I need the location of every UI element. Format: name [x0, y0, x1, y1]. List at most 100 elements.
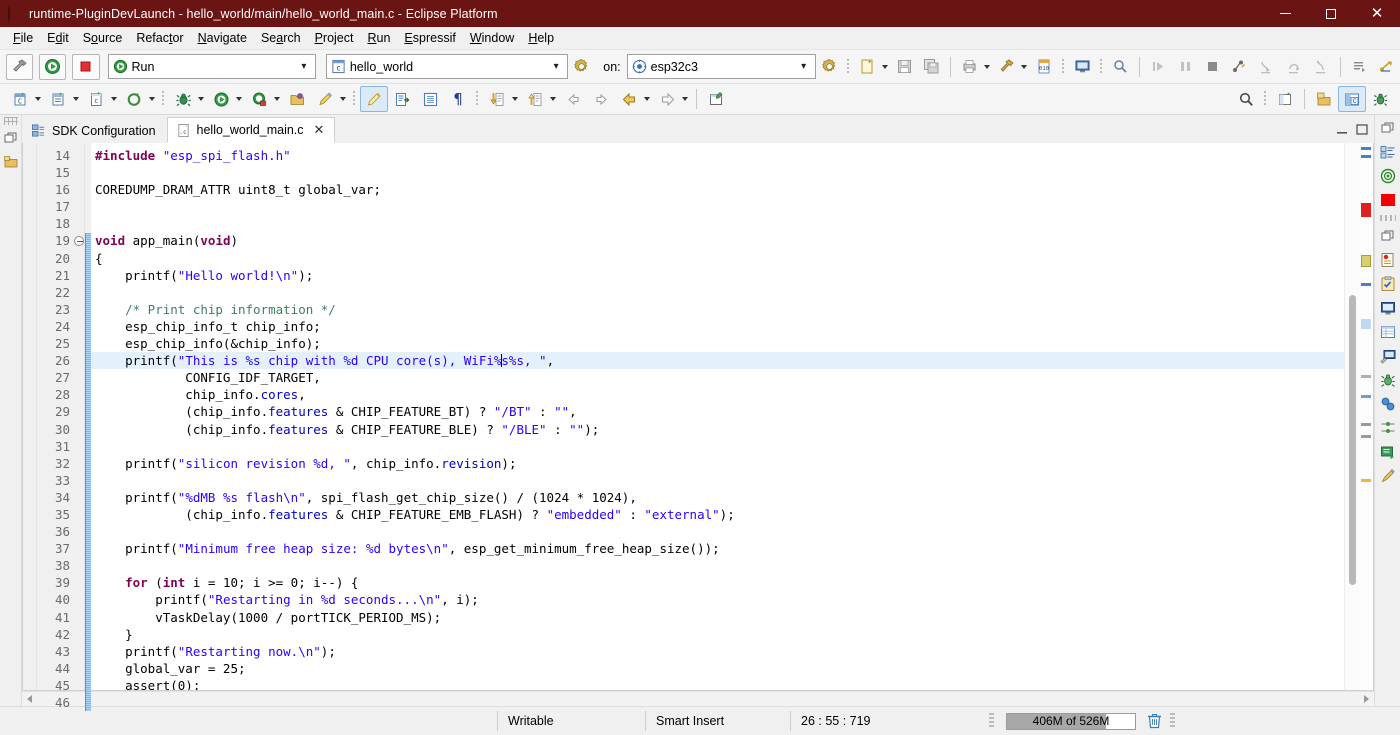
- code-line[interactable]: global_var = 25;: [91, 660, 1344, 677]
- previous-annotation-dropdown[interactable]: [550, 97, 556, 101]
- step-into-button[interactable]: [1253, 54, 1280, 80]
- save-all-button[interactable]: [918, 54, 945, 80]
- heap-status-bar[interactable]: 406M of 526M: [1006, 713, 1136, 730]
- build-dropdown[interactable]: [1021, 65, 1027, 69]
- code-line[interactable]: COREDUMP_DRAM_ATTR uint8_t global_var;: [91, 181, 1344, 198]
- code-line[interactable]: }: [91, 626, 1344, 643]
- code-line[interactable]: (chip_info.features & CHIP_FEATURE_EMB_F…: [91, 506, 1344, 523]
- block-selection-button[interactable]: [416, 86, 444, 112]
- new-config-dropdown[interactable]: [149, 97, 155, 101]
- console-view-button[interactable]: [1068, 54, 1095, 80]
- code-line[interactable]: vTaskDelay(1000 / portTICK_PERIOD_MS);: [91, 609, 1344, 626]
- code-line[interactable]: /* Print chip information */: [91, 301, 1344, 318]
- code-line[interactable]: (chip_info.features & CHIP_FEATURE_BLE) …: [91, 421, 1344, 438]
- folding-gutter[interactable]: [73, 143, 85, 690]
- menu-file[interactable]: File: [6, 29, 40, 47]
- breakpoints-view-button[interactable]: [1377, 441, 1399, 463]
- code-line[interactable]: for (int i = 10; i >= 0; i--) {: [91, 574, 1344, 591]
- editor-vertical-scrollbar[interactable]: [1344, 143, 1359, 690]
- print-dropdown[interactable]: [984, 65, 990, 69]
- next-annotation-dropdown[interactable]: [512, 97, 518, 101]
- menu-source[interactable]: Source: [76, 29, 130, 47]
- debug-view-button[interactable]: [1377, 369, 1399, 391]
- step-over-button[interactable]: [1281, 54, 1308, 80]
- marker-dropdown[interactable]: [340, 97, 346, 101]
- new-c-file-dropdown[interactable]: [111, 97, 117, 101]
- tab-sdk-configuration[interactable]: SDK Configuration: [22, 117, 167, 143]
- code-line[interactable]: printf("This is %s chip with %d CPU core…: [91, 352, 1344, 369]
- menu-project[interactable]: Project: [308, 29, 361, 47]
- menu-window[interactable]: Window: [463, 29, 521, 47]
- marker-button[interactable]: [311, 86, 339, 112]
- annotation-gutter[interactable]: [23, 143, 37, 690]
- open-element-button[interactable]: 010: [1030, 54, 1057, 80]
- new-wizard-dropdown[interactable]: [882, 65, 888, 69]
- toolbar2-grip-3[interactable]: [475, 89, 480, 109]
- minimize-button[interactable]: [1262, 0, 1308, 27]
- toolbar2-grip-2[interactable]: [352, 89, 357, 109]
- resume-button[interactable]: [1145, 54, 1172, 80]
- properties-view-button[interactable]: [1377, 321, 1399, 343]
- search-declaration-button[interactable]: [1107, 54, 1134, 80]
- debug-button[interactable]: [169, 86, 197, 112]
- coverage-dropdown[interactable]: [274, 97, 280, 101]
- new-cpp-project-dropdown[interactable]: [73, 97, 79, 101]
- toolbar-grip[interactable]: [846, 57, 851, 77]
- new-wizard-button[interactable]: [854, 54, 881, 80]
- code-line[interactable]: [91, 438, 1344, 455]
- suspend-button[interactable]: [1172, 54, 1199, 80]
- build-button[interactable]: [6, 54, 33, 80]
- close-button[interactable]: ✕: [1354, 0, 1400, 27]
- registers-view-button[interactable]: [1377, 417, 1399, 439]
- toolbar-grip-2[interactable]: [1061, 57, 1066, 77]
- menu-help[interactable]: Help: [521, 29, 561, 47]
- back-nav-button[interactable]: [559, 86, 587, 112]
- new-editor-button[interactable]: [702, 86, 730, 112]
- run-gc-button[interactable]: [1142, 713, 1166, 729]
- menu-run[interactable]: Run: [360, 29, 397, 47]
- code-line[interactable]: printf("%dMB %s flash\n", spi_flash_get_…: [91, 489, 1344, 506]
- tab-close-icon[interactable]: ✕: [314, 123, 325, 138]
- coverage-button[interactable]: [245, 86, 273, 112]
- new-perspective-button[interactable]: [1271, 86, 1299, 112]
- code-line[interactable]: [91, 198, 1344, 215]
- scroll-left-button[interactable]: [22, 692, 37, 707]
- launch-button[interactable]: [39, 54, 66, 80]
- scroll-right-button[interactable]: [1359, 692, 1374, 707]
- console-view-button[interactable]: [1377, 297, 1399, 319]
- step-return-button[interactable]: [1308, 54, 1335, 80]
- code-line[interactable]: printf("Restarting now.\n");: [91, 643, 1344, 660]
- forward-history-button[interactable]: [653, 86, 681, 112]
- code-line[interactable]: assert(0);: [91, 677, 1344, 690]
- maximize-editor-button[interactable]: [1354, 122, 1370, 138]
- launch-target-combo[interactable]: c hello_world ▾: [326, 54, 568, 79]
- fold-collapse-icon[interactable]: [74, 236, 84, 246]
- left-rail-grip[interactable]: [4, 117, 18, 125]
- project-explorer-button[interactable]: [1, 152, 21, 172]
- code-line[interactable]: CONFIG_IDF_TARGET,: [91, 369, 1344, 386]
- code-text[interactable]: #include "esp_spi_flash.h" COREDUMP_DRAM…: [91, 143, 1344, 690]
- new-cpp-project-button[interactable]: [44, 86, 72, 112]
- debug-perspective-button[interactable]: [1366, 86, 1394, 112]
- status-grip-2[interactable]: [1170, 713, 1175, 729]
- tasks-view-button[interactable]: [1377, 273, 1399, 295]
- menu-refactor[interactable]: Refactor: [129, 29, 190, 47]
- restore-view-button[interactable]: [1, 128, 21, 148]
- menu-edit[interactable]: Edit: [40, 29, 76, 47]
- code-line[interactable]: esp_chip_info(&chip_info);: [91, 335, 1344, 352]
- overview-ruler[interactable]: [1359, 143, 1373, 690]
- new-config-button[interactable]: [120, 86, 148, 112]
- print-preview-button[interactable]: [956, 54, 983, 80]
- code-line[interactable]: [91, 472, 1344, 489]
- build-hammer-button[interactable]: [993, 54, 1020, 80]
- status-grip[interactable]: [989, 713, 994, 729]
- restore-view-2-button[interactable]: [1377, 225, 1399, 247]
- code-line[interactable]: [91, 164, 1344, 181]
- board-settings-button[interactable]: [816, 54, 843, 80]
- restore-view-button[interactable]: [1377, 117, 1399, 139]
- code-line[interactable]: void app_main(void): [91, 232, 1344, 249]
- terminate-button[interactable]: [1199, 54, 1226, 80]
- debug-config-button[interactable]: [1373, 54, 1400, 80]
- editor-horizontal-scrollbar[interactable]: [22, 691, 1374, 706]
- new-c-file-button[interactable]: c: [82, 86, 110, 112]
